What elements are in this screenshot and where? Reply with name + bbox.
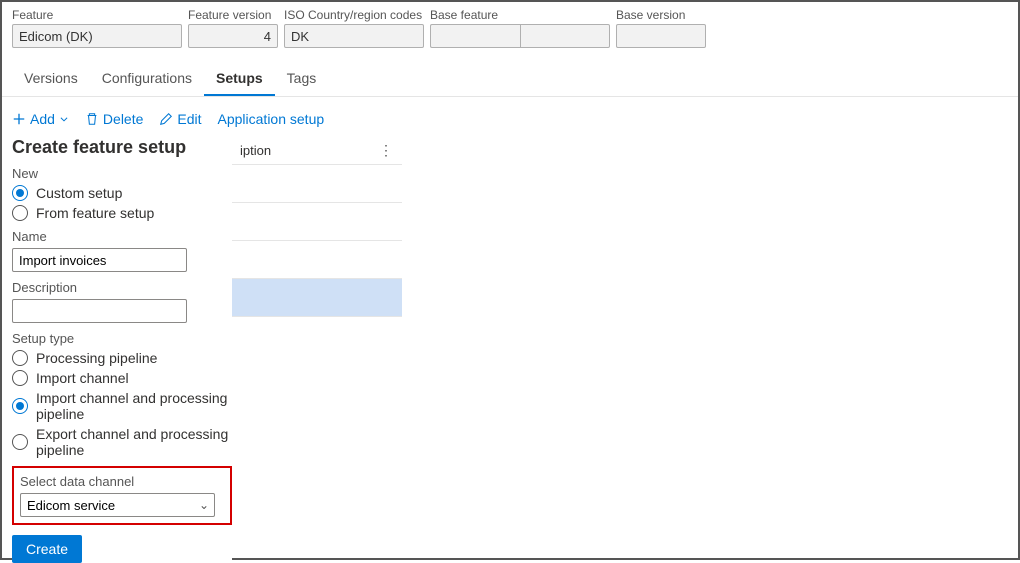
table-row[interactable]	[232, 279, 402, 317]
app-setup-label: Application setup	[218, 111, 325, 127]
add-button[interactable]: Add	[12, 111, 69, 127]
tab-setups[interactable]: Setups	[204, 62, 275, 96]
grid: iption ⋮	[232, 137, 402, 317]
iso-label: ISO Country/region codes	[284, 8, 424, 22]
radio-icon	[12, 205, 28, 221]
tab-configurations[interactable]: Configurations	[90, 62, 204, 96]
radio-icon	[12, 434, 28, 450]
panel-title: Create feature setup	[12, 137, 232, 158]
radio-label: Import channel	[36, 370, 129, 386]
description-label: Description	[12, 280, 232, 295]
grid-header[interactable]: iption ⋮	[232, 137, 402, 165]
header-fields: Feature Feature version ISO Country/regi…	[2, 2, 1018, 52]
radio-icon	[12, 370, 28, 386]
chevron-down-icon	[59, 114, 69, 124]
add-label: Add	[30, 111, 55, 127]
feature-label: Feature	[12, 8, 182, 22]
feature-version-label: Feature version	[188, 8, 278, 22]
grid-col-description: iption	[240, 143, 271, 158]
trash-icon	[85, 112, 99, 126]
name-input[interactable]	[12, 248, 187, 272]
delete-button[interactable]: Delete	[85, 111, 143, 127]
edit-button[interactable]: Edit	[159, 111, 201, 127]
tab-tags[interactable]: Tags	[275, 62, 329, 96]
base-version-input[interactable]	[616, 24, 706, 48]
radio-export-channel-pp[interactable]: Export channel and processing pipeline	[12, 426, 232, 458]
base-feature-input-2[interactable]	[520, 24, 610, 48]
tab-versions[interactable]: Versions	[12, 62, 90, 96]
table-row[interactable]	[232, 165, 402, 203]
radio-label: Custom setup	[36, 185, 122, 201]
setup-type-label: Setup type	[12, 331, 232, 346]
name-label: Name	[12, 229, 232, 244]
feature-input[interactable]	[12, 24, 182, 48]
base-version-label: Base version	[616, 8, 706, 22]
create-feature-setup-panel: Create feature setup New Custom setup Fr…	[12, 137, 232, 563]
radio-label: Processing pipeline	[36, 350, 157, 366]
radio-icon	[12, 185, 28, 201]
radio-from-feature-setup[interactable]: From feature setup	[12, 205, 232, 221]
radio-processing-pipeline[interactable]: Processing pipeline	[12, 350, 232, 366]
feature-version-input[interactable]	[188, 24, 278, 48]
application-setup-button[interactable]: Application setup	[218, 111, 325, 127]
toolbar: Add Delete Edit Application setup	[2, 97, 1018, 137]
pencil-icon	[159, 112, 173, 126]
radio-label: Import channel and processing pipeline	[36, 390, 232, 422]
radio-icon	[12, 398, 28, 414]
radio-label: Export channel and processing pipeline	[36, 426, 232, 458]
radio-import-channel-pp[interactable]: Import channel and processing pipeline	[12, 390, 232, 422]
base-feature-label: Base feature	[430, 8, 610, 22]
description-input[interactable]	[12, 299, 187, 323]
table-row[interactable]	[232, 203, 402, 241]
iso-input[interactable]	[284, 24, 424, 48]
create-button[interactable]: Create	[12, 535, 82, 563]
select-data-channel-label: Select data channel	[20, 474, 224, 489]
tab-bar: Versions Configurations Setups Tags	[2, 62, 1018, 97]
select-data-channel-input[interactable]	[20, 493, 215, 517]
highlight-box: Select data channel ⌄	[12, 466, 232, 525]
edit-label: Edit	[177, 111, 201, 127]
radio-icon	[12, 350, 28, 366]
table-row[interactable]	[232, 241, 402, 279]
radio-label: From feature setup	[36, 205, 154, 221]
radio-import-channel[interactable]: Import channel	[12, 370, 232, 386]
plus-icon	[12, 112, 26, 126]
base-feature-input[interactable]	[430, 24, 520, 48]
more-icon[interactable]: ⋮	[379, 142, 394, 159]
radio-custom-setup[interactable]: Custom setup	[12, 185, 232, 201]
new-label: New	[12, 166, 232, 181]
delete-label: Delete	[103, 111, 143, 127]
